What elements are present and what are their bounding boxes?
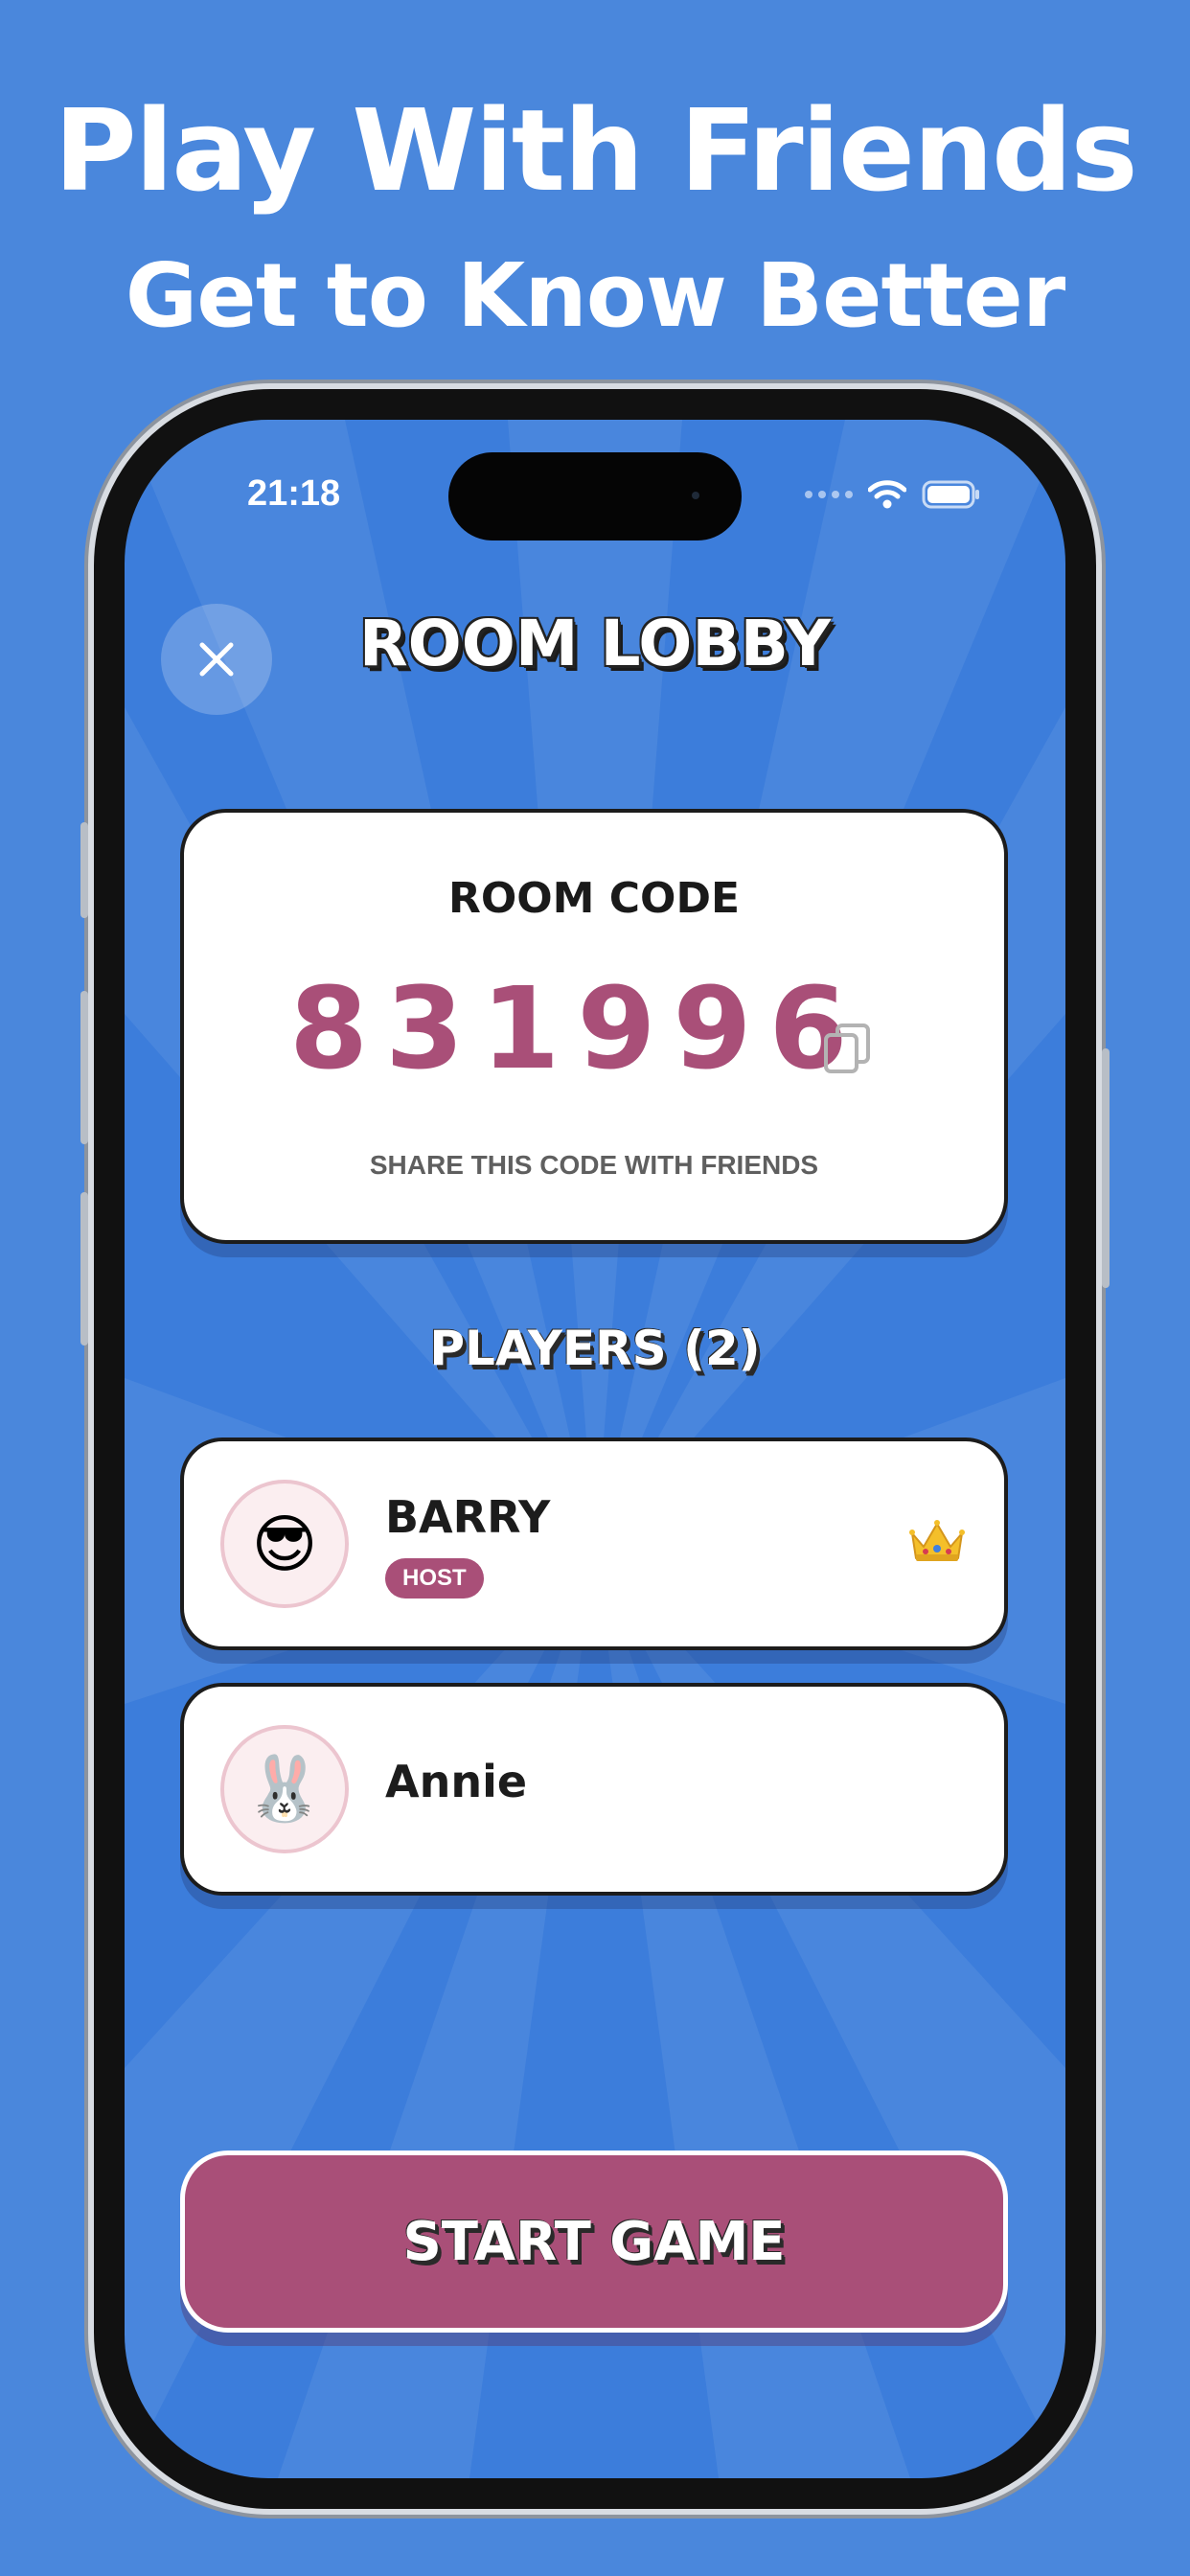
status-time: 21:18 [247,473,341,514]
players-heading: PLAYERS (2) [429,1321,761,1376]
player-card: 🐰 Annie [180,1683,1008,1896]
volume-up-button [80,991,88,1144]
battery-icon [922,480,979,509]
page-title: ROOM LOBBY [358,607,832,680]
start-game-button[interactable]: START GAME [180,2150,1008,2333]
phone-screen: 21:18 ROOM LOBBY ROOM CODE 831996 SHARE … [125,420,1065,2478]
volume-down-button [80,1192,88,1346]
player-card: 😎 BARRY HOST [180,1438,1008,1650]
action-button [80,822,88,918]
player-name: BARRY [385,1491,551,1543]
camera-dot [692,492,699,499]
player-name: Annie [385,1756,528,1807]
room-code-card: ROOM CODE 831996 SHARE THIS CODE WITH FR… [180,809,1008,1244]
power-button [1102,1048,1110,1288]
room-code-label: ROOM CODE [447,874,741,923]
host-badge: HOST [385,1558,484,1598]
promo-title: Play With Friends [54,84,1137,217]
crown-icon [909,1520,965,1561]
wifi-icon [868,480,906,509]
status-icons [805,475,981,514]
room-code-value: 831996 [289,962,865,1094]
copy-icon[interactable] [822,1022,872,1075]
avatar: 🐰 [220,1725,349,1853]
promo-subtitle: Get to Know Better [125,244,1065,347]
signal-icon [805,491,853,498]
room-code-hint: SHARE THIS CODE WITH FRIENDS [369,1150,819,1180]
avatar: 😎 [220,1480,349,1608]
dynamic-island [448,452,742,540]
